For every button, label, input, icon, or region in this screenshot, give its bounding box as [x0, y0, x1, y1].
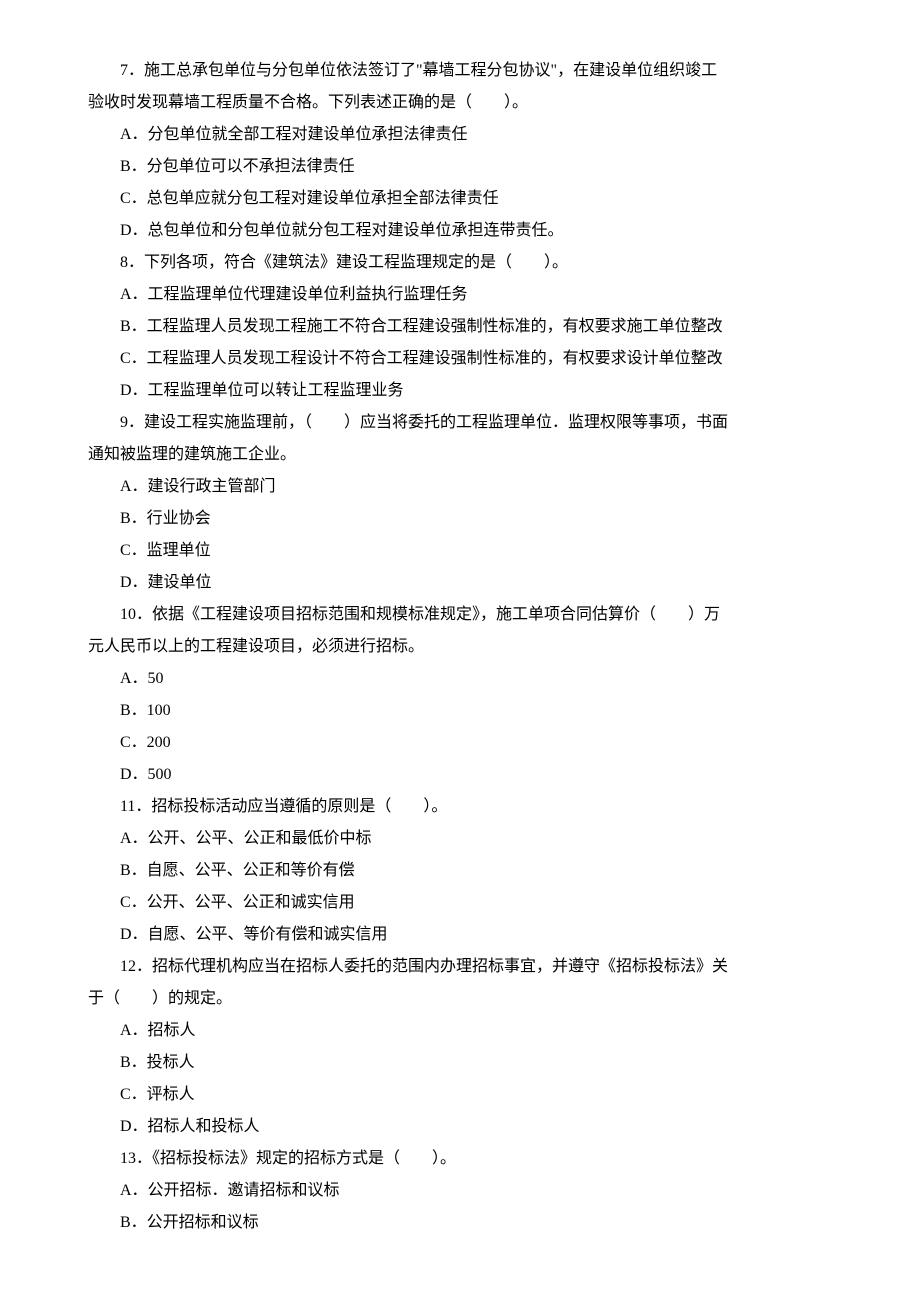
- text-line: 7．施工总承包单位与分包单位依法签订了"幕墙工程分包协议"，在建设单位组织竣工: [88, 55, 832, 87]
- text-line: 12．招标代理机构应当在招标人委托的范围内办理招标事宜，并遵守《招标投标法》关: [88, 951, 832, 983]
- text-line: 10．依据《工程建设项目招标范围和规模标准规定》，施工单项合同估算价（ ）万: [88, 599, 832, 631]
- text-line: B．公开招标和议标: [88, 1207, 832, 1239]
- text-line: A．分包单位就全部工程对建设单位承担法律责任: [88, 119, 832, 151]
- text-line: C．总包单应就分包工程对建设单位承担全部法律责任: [88, 183, 832, 215]
- text-line: 8．下列各项，符合《建筑法》建设工程监理规定的是（ ）。: [88, 247, 832, 279]
- text-line: 元人民币以上的工程建设项目，必须进行招标。: [88, 631, 832, 663]
- text-line: C．公开、公平、公正和诚实信用: [88, 887, 832, 919]
- text-line: C．工程监理人员发现工程设计不符合工程建设强制性标准的，有权要求设计单位整改: [88, 343, 832, 375]
- text-line: B．自愿、公平、公正和等价有偿: [88, 855, 832, 887]
- text-line: A．招标人: [88, 1015, 832, 1047]
- text-line: B．工程监理人员发现工程施工不符合工程建设强制性标准的，有权要求施工单位整改: [88, 311, 832, 343]
- text-line: 11．招标投标活动应当遵循的原则是（ ）。: [88, 791, 832, 823]
- text-line: D．建设单位: [88, 567, 832, 599]
- text-line: A．建设行政主管部门: [88, 471, 832, 503]
- text-line: 通知被监理的建筑施工企业。: [88, 439, 832, 471]
- text-line: A．工程监理单位代理建设单位利益执行监理任务: [88, 279, 832, 311]
- text-line: B．行业协会: [88, 503, 832, 535]
- text-line: D．自愿、公平、等价有偿和诚实信用: [88, 919, 832, 951]
- text-line: 9．建设工程实施监理前，（ ）应当将委托的工程监理单位．监理权限等事项，书面: [88, 407, 832, 439]
- text-line: D．总包单位和分包单位就分包工程对建设单位承担连带责任。: [88, 215, 832, 247]
- text-line: A．公开招标．邀请招标和议标: [88, 1175, 832, 1207]
- text-line: B．100: [88, 695, 832, 727]
- text-line: B．投标人: [88, 1047, 832, 1079]
- text-line: D．500: [88, 759, 832, 791]
- text-line: 验收时发现幕墙工程质量不合格。下列表述正确的是（ ）。: [88, 87, 832, 119]
- text-line: A．50: [88, 663, 832, 695]
- text-line: C．评标人: [88, 1079, 832, 1111]
- text-line: 13．《招标投标法》规定的招标方式是（ ）。: [88, 1143, 832, 1175]
- document-page: 7．施工总承包单位与分包单位依法签订了"幕墙工程分包协议"，在建设单位组织竣工验…: [0, 0, 920, 1294]
- text-line: B．分包单位可以不承担法律责任: [88, 151, 832, 183]
- text-line: 于（ ）的规定。: [88, 983, 832, 1015]
- text-line: A．公开、公平、公正和最低价中标: [88, 823, 832, 855]
- text-line: D．工程监理单位可以转让工程监理业务: [88, 375, 832, 407]
- text-line: C．监理单位: [88, 535, 832, 567]
- text-line: C．200: [88, 727, 832, 759]
- text-line: D．招标人和投标人: [88, 1111, 832, 1143]
